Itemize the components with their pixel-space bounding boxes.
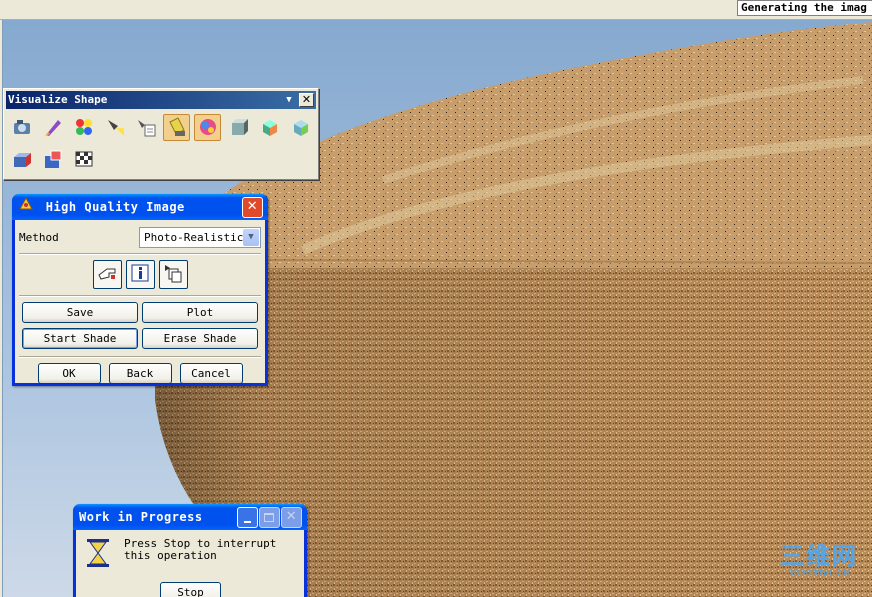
hq-dialog-title: High Quality Image [45,200,185,214]
export-image-icon[interactable] [39,146,66,173]
cube-options-icon[interactable] [287,114,314,141]
visualize-shape-toolbar: Visualize Shape ▼ ✕ [3,88,319,180]
watermark-url: 3DPORTAL.CN [788,569,850,578]
info-button[interactable] [125,260,155,289]
toolbar-titlebar[interactable]: Visualize Shape ▼ ✕ [6,91,316,109]
status-message: Generating the imag [737,0,872,16]
cube-tools-icon[interactable] [256,114,283,141]
method-select[interactable]: Photo-Realistic ▼ [139,226,261,248]
material-icon[interactable] [163,113,190,141]
method-label: Method [19,230,59,244]
sequence-icon [163,263,183,286]
paint-pen-icon[interactable] [39,114,66,141]
maximize-button[interactable] [259,507,280,528]
cancel-button[interactable]: Cancel [179,363,243,384]
minimize-icon [244,521,251,523]
divider [19,253,261,255]
top-status-strip: Generating the imag [0,0,872,20]
color-palette-icon[interactable] [70,114,97,141]
toolbar-close-button[interactable]: ✕ [299,93,314,107]
close-icon: ✕ [285,509,298,524]
texture-ball-icon[interactable] [194,113,221,141]
method-value: Photo-Realistic [144,230,244,244]
sequence-button[interactable] [158,260,188,289]
light-editor-icon[interactable] [132,114,159,141]
hourglass-icon [86,538,110,571]
back-button[interactable]: Back [108,363,172,384]
watermark-logo: 三维网 3DPORTAL.CN [771,543,867,578]
checker-icon[interactable] [70,146,97,173]
hq-close-button[interactable]: ✕ [242,197,263,218]
stop-button[interactable]: Stop [160,582,221,597]
divider [19,356,261,358]
wip-dialog-titlebar[interactable]: Work in Progress ✕ [73,504,307,530]
hand-point-button[interactable] [92,260,122,289]
minimize-button[interactable] [237,507,258,528]
wip-close-button[interactable]: ✕ [281,507,302,528]
watermark-logo-text: 三维网 [780,542,858,570]
toolbar-title: Visualize Shape [8,93,108,106]
info-icon [131,264,149,285]
wip-dialog-title: Work in Progress [79,510,203,524]
work-in-progress-dialog: Work in Progress ✕ Press Stop to interru… [73,504,307,597]
ok-button[interactable]: OK [37,363,101,384]
clipboard-box-icon[interactable] [8,146,35,173]
start-shade-button[interactable]: Start Shade [22,328,138,349]
hq-dialog-titlebar[interactable]: High Quality Image ✕ [12,194,268,220]
save-button[interactable]: Save [22,302,138,323]
maximize-icon [264,513,274,522]
toolbar-dropdown-icon[interactable]: ▼ [282,91,296,109]
erase-shade-button[interactable]: Erase Shade [142,328,258,349]
high-quality-image-dialog: High Quality Image ✕ Method Photo-Realis… [12,194,268,386]
app-logo-icon [18,195,34,221]
wip-message-line2: this operation [124,549,217,562]
box-shade-icon[interactable] [225,114,252,141]
camera-icon[interactable] [8,114,35,141]
chevron-down-icon[interactable]: ▼ [243,228,259,246]
hand-point-icon [97,265,117,284]
spotlight-icon[interactable] [101,114,128,141]
divider [19,295,261,297]
plot-button[interactable]: Plot [142,302,258,323]
